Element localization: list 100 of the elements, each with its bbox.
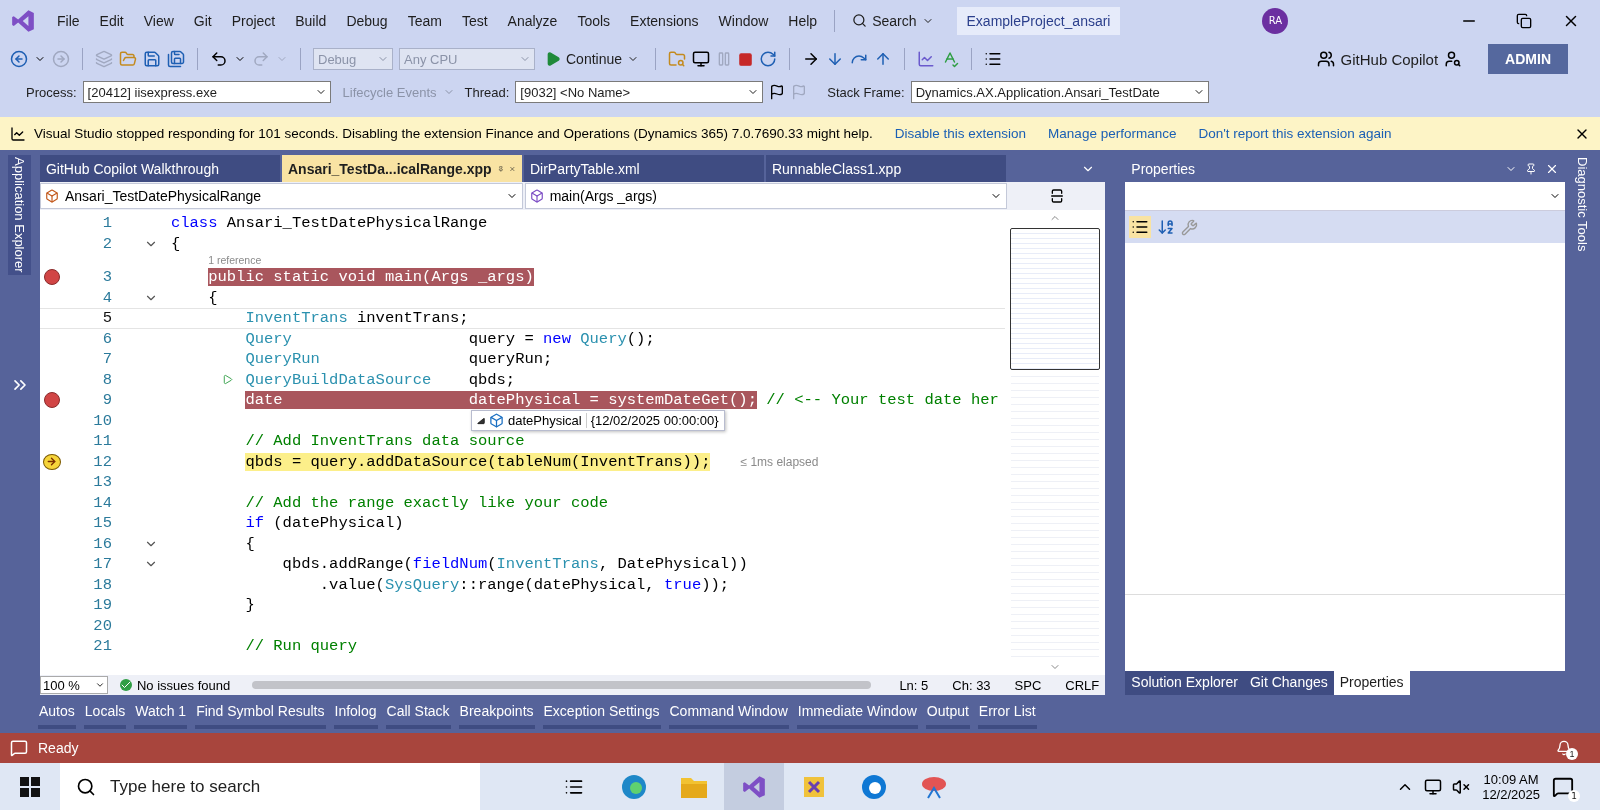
info-link[interactable]: Disable this extension bbox=[894, 126, 1027, 141]
search-menu[interactable]: Search bbox=[843, 8, 943, 33]
message-icon[interactable] bbox=[10, 739, 28, 757]
tool-window-tab[interactable]: Locals bbox=[83, 699, 127, 729]
search-icon bbox=[76, 776, 96, 797]
menu-item[interactable]: Test bbox=[452, 8, 497, 33]
list-icon[interactable] bbox=[984, 50, 1003, 68]
bell-icon[interactable] bbox=[1556, 740, 1572, 756]
restore-icon[interactable] bbox=[1516, 12, 1532, 29]
tool-window-tab[interactable]: Call Stack bbox=[385, 699, 451, 729]
copilot-icon[interactable] bbox=[1316, 50, 1335, 68]
panel-tab[interactable]: Git Changes bbox=[1243, 671, 1334, 695]
whitespace-indicator[interactable]: SPC bbox=[1008, 677, 1048, 693]
copilot-label[interactable]: GitHub Copilot bbox=[1340, 50, 1439, 68]
menu-item[interactable]: Team bbox=[398, 8, 451, 33]
save-all-icon[interactable] bbox=[167, 50, 185, 68]
horizontal-scrollbar[interactable] bbox=[252, 681, 872, 689]
menu-item[interactable]: Edit bbox=[90, 8, 133, 33]
categorized-icon[interactable] bbox=[1129, 216, 1152, 238]
type-dropdown[interactable]: Ansari_TestDatePhysicalRange bbox=[39, 183, 523, 209]
code-minimap[interactable] bbox=[1010, 228, 1101, 370]
menu-item[interactable]: Analyze bbox=[498, 8, 567, 33]
notification-count: 1 bbox=[1566, 748, 1578, 760]
windows-logo-icon[interactable] bbox=[20, 776, 40, 797]
pin-icon[interactable] bbox=[1525, 162, 1537, 175]
clock[interactable]: 10:09 AM 12/2/2025 bbox=[1482, 771, 1540, 802]
menu-item[interactable]: Git bbox=[184, 8, 221, 33]
editor-tab[interactable]: RunnableClass1.xpp bbox=[765, 155, 1006, 182]
editor-tab[interactable]: DirPartyTable.xml bbox=[523, 155, 764, 182]
line-number: 12 bbox=[92, 452, 112, 471]
side-panel-tab[interactable]: Application Explorer bbox=[8, 155, 32, 275]
line-indicator: Ln: 5 bbox=[898, 677, 930, 693]
line-number: 11 bbox=[92, 432, 112, 451]
run-to-click-icon[interactable] bbox=[222, 374, 234, 386]
line-number: 21 bbox=[92, 637, 112, 656]
breakpoint-icon[interactable] bbox=[43, 269, 60, 286]
tool-window-tab[interactable]: Error List bbox=[977, 699, 1037, 729]
line-ending-indicator[interactable]: CRLF bbox=[1059, 677, 1106, 693]
zoom-dropdown[interactable]: 100 % bbox=[39, 676, 108, 694]
notification-center-icon[interactable] bbox=[1552, 775, 1574, 798]
user-avatar[interactable]: RA bbox=[1262, 7, 1289, 34]
panel-tab[interactable]: Solution Explorer bbox=[1125, 671, 1244, 695]
side-panel-tab[interactable]: Diagnostic Tools bbox=[1571, 155, 1594, 254]
tool-window-tab[interactable]: Infolog bbox=[333, 699, 378, 729]
info-link[interactable]: Don't report this extension again bbox=[1198, 126, 1392, 141]
chart-icon[interactable] bbox=[917, 50, 936, 68]
menu-item[interactable]: Tools bbox=[568, 8, 620, 33]
window-icon[interactable] bbox=[692, 50, 711, 68]
thread-dropdown[interactable]: [9032] <No Name> bbox=[515, 81, 764, 103]
stack-frame-dropdown[interactable]: Dynamics.AX.Application.Ansari_TestDate bbox=[910, 81, 1209, 103]
tool-window-tab[interactable]: Exception Settings bbox=[542, 699, 661, 729]
panel-tab[interactable]: Properties bbox=[1333, 671, 1410, 695]
tool-window-tab[interactable]: Immediate Window bbox=[796, 699, 918, 729]
network-icon[interactable] bbox=[1424, 777, 1443, 796]
menu-item[interactable]: Debug bbox=[337, 8, 397, 33]
line-number: 16 bbox=[92, 534, 112, 553]
undo-icon[interactable] bbox=[210, 50, 228, 68]
tool-window-tab[interactable]: Watch 1 bbox=[134, 699, 188, 729]
breakpoint-icon[interactable] bbox=[43, 392, 60, 409]
line-number: 17 bbox=[92, 555, 112, 574]
line-number: 14 bbox=[92, 493, 112, 512]
menu-item[interactable]: Extensions bbox=[621, 8, 708, 33]
tool-window-tab[interactable]: Find Symbol Results bbox=[195, 699, 326, 729]
member-dropdown[interactable]: main(Args _args) bbox=[524, 183, 1008, 209]
editor-tab[interactable]: Ansari_TestDa...icalRange.xpp bbox=[281, 155, 522, 182]
menu-item[interactable]: File bbox=[48, 8, 89, 33]
editor-tab[interactable]: GitHub Copilot Walkthrough bbox=[39, 155, 280, 182]
browser-icon[interactable] bbox=[621, 773, 647, 800]
process-dropdown[interactable]: [20412] iisexpress.exe bbox=[82, 81, 331, 103]
save-icon[interactable] bbox=[143, 50, 161, 68]
taskbar-search-box[interactable]: Type here to search bbox=[60, 763, 480, 810]
menu-item[interactable]: Window bbox=[709, 8, 778, 33]
codelens-reference[interactable]: 1 reference bbox=[208, 254, 262, 267]
status-text: Ready bbox=[38, 740, 79, 756]
back-icon[interactable] bbox=[10, 50, 28, 68]
menu-item[interactable]: Build bbox=[286, 8, 336, 33]
tool-window-tab[interactable]: Breakpoints bbox=[458, 699, 535, 729]
code-line: // Add InventTrans data source bbox=[245, 432, 525, 451]
continue-button[interactable]: Continue bbox=[541, 49, 644, 69]
code-line: { bbox=[245, 534, 255, 553]
app-logo-icon[interactable] bbox=[741, 773, 767, 800]
tool-window-tab[interactable]: Output bbox=[925, 699, 970, 729]
restart-icon[interactable] bbox=[759, 50, 778, 68]
sort-alphabetical-icon[interactable] bbox=[1157, 218, 1176, 236]
menu-item[interactable]: View bbox=[134, 8, 183, 33]
tool-window-tab[interactable]: Autos bbox=[38, 699, 76, 729]
menu-item[interactable]: Help bbox=[779, 8, 827, 33]
data-tip[interactable]: datePhysical {12/02/2025 00:00:00} bbox=[470, 410, 725, 432]
stop-icon[interactable] bbox=[738, 51, 754, 67]
feedback-icon[interactable] bbox=[1444, 50, 1463, 68]
split-icon[interactable] bbox=[1049, 188, 1066, 204]
tool-window-tab[interactable]: Command Window bbox=[668, 699, 789, 729]
browser-icon[interactable] bbox=[861, 773, 887, 800]
admin-button[interactable]: ADMIN bbox=[1488, 44, 1568, 74]
info-link[interactable]: Manage performance bbox=[1048, 126, 1177, 141]
expand-icon[interactable] bbox=[476, 416, 485, 425]
volume-muted-icon[interactable] bbox=[1452, 777, 1471, 796]
taskbar-search-field[interactable]: Type here to search bbox=[108, 775, 464, 798]
menu-item[interactable]: Project bbox=[222, 8, 285, 33]
flag-icon[interactable] bbox=[769, 84, 786, 100]
